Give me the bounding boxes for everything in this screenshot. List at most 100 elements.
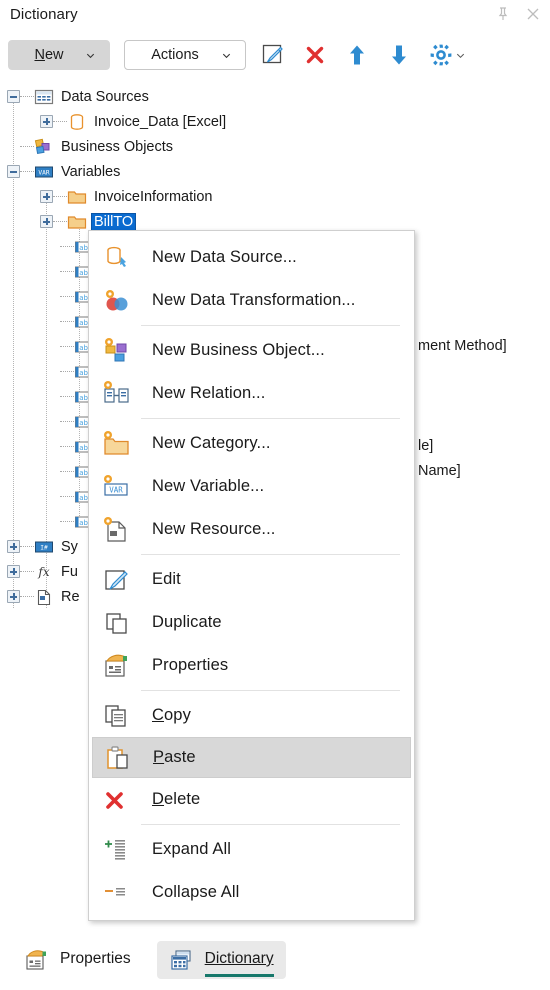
tree-connector: [53, 121, 67, 122]
menu-item-properties[interactable]: Properties: [92, 644, 411, 687]
menu-item-label: New Relation...: [152, 384, 266, 402]
menu-item-delete[interactable]: Delete: [92, 778, 411, 821]
occluded-text-fragment: le]: [418, 438, 434, 454]
pin-icon[interactable]: [494, 5, 512, 23]
menu-item-collapse-all[interactable]: Collapse All: [92, 871, 411, 914]
tab-properties[interactable]: Properties: [12, 941, 143, 979]
tree-node-business-objects[interactable]: Business Objects: [0, 134, 550, 159]
chevron-down-icon: [222, 53, 231, 58]
tree-connector: [60, 346, 74, 347]
new-button-label: New: [13, 47, 85, 63]
menu-accel: P: [153, 748, 165, 766]
svg-text:fx: fx: [37, 565, 49, 579]
menu-accel: C: [152, 706, 165, 724]
context-menu[interactable]: New Data Source... New Data Transformati…: [88, 230, 415, 921]
tree-connector: [20, 596, 34, 597]
menu-item-new-relation[interactable]: New Relation...: [92, 372, 411, 415]
tree-connector: [60, 321, 74, 322]
dictionary-panel: Dictionary New Actions Data Sources Invo…: [0, 0, 550, 990]
tree-node-data-sources[interactable]: Data Sources: [0, 84, 550, 109]
data-sources-icon: [34, 88, 59, 106]
expander-toggle[interactable]: [40, 115, 53, 128]
menu-item-label: Delete: [152, 790, 200, 809]
menu-item-label: New Variable...: [152, 477, 265, 495]
tree-node-invoiceinformation[interactable]: InvoiceInformation: [0, 184, 550, 209]
menu-item-new-data-transformation[interactable]: New Data Transformation...: [92, 279, 411, 322]
duplicate-icon: [106, 612, 127, 634]
expander-toggle[interactable]: [7, 90, 20, 103]
properties-icon: [105, 654, 127, 677]
delete-icon: [106, 791, 123, 809]
menu-item-label: Copy: [152, 706, 191, 725]
menu-item-paste[interactable]: Paste: [92, 737, 411, 778]
menu-separator: [141, 325, 400, 326]
chevron-down-icon: [86, 53, 95, 58]
new-data-source-icon: [107, 246, 126, 267]
new-button[interactable]: New: [8, 40, 110, 70]
move-down-icon[interactable]: [386, 42, 412, 68]
new-label-rest: ew: [44, 47, 64, 63]
new-accel: N: [34, 47, 45, 63]
tree-node-label: Business Objects: [61, 138, 174, 155]
bottom-tab-bar: Properties Dictionary: [0, 938, 550, 982]
occluded-text-fragment: Name]: [418, 463, 461, 479]
tree-connector: [53, 196, 67, 197]
occluded-text-fragment: ment Method]: [418, 338, 507, 354]
dictionary-icon: [171, 950, 191, 970]
menu-item-duplicate[interactable]: Duplicate: [92, 601, 411, 644]
menu-item-label: New Category...: [152, 434, 271, 452]
menu-item-copy[interactable]: Copy: [92, 694, 411, 737]
resources-icon: [34, 588, 59, 606]
tree-connector: [53, 221, 67, 222]
edit-icon[interactable]: [260, 42, 286, 68]
menu-item-label: Collapse All: [152, 883, 240, 901]
close-icon[interactable]: [524, 5, 542, 23]
tree-node-label: Variables: [61, 163, 121, 180]
delete-icon[interactable]: [302, 42, 328, 68]
functions-icon: fx: [34, 563, 59, 581]
svg-text:VAR: VAR: [109, 485, 123, 494]
menu-item-new-variable[interactable]: VAR New Variable...: [92, 465, 411, 508]
menu-item-edit[interactable]: Edit: [92, 558, 411, 601]
menu-separator: [141, 418, 400, 419]
expander-toggle[interactable]: [40, 215, 53, 228]
edit-icon: [105, 569, 128, 590]
menu-separator: [141, 554, 400, 555]
settings-button[interactable]: [428, 42, 466, 68]
expander-toggle[interactable]: [7, 540, 20, 553]
expander-toggle[interactable]: [40, 190, 53, 203]
expand-all-icon: [105, 839, 125, 860]
toolbar-icon-group: [260, 42, 466, 68]
page-title: Dictionary: [10, 6, 78, 23]
tree-node-variables[interactable]: VAR Variables: [0, 159, 550, 184]
tab-label: Dictionary: [204, 950, 274, 977]
actions-button[interactable]: Actions: [124, 40, 246, 70]
tree-node-label: BillTO: [90, 212, 137, 231]
tree-connector: [20, 146, 34, 147]
tree-connector: [20, 571, 34, 572]
tree-connector: [20, 171, 34, 172]
menu-item-new-resource[interactable]: New Resource...: [92, 508, 411, 551]
menu-item-label: Expand All: [152, 840, 231, 858]
expander-toggle[interactable]: [7, 590, 20, 603]
titlebar-buttons: [494, 5, 542, 23]
menu-item-label: Properties: [152, 656, 229, 674]
menu-item-new-category[interactable]: New Category...: [92, 422, 411, 465]
new-data-transformation-icon: [106, 289, 128, 310]
tree-connector: [60, 396, 74, 397]
tree-node-label: Data Sources: [61, 88, 149, 105]
move-up-icon[interactable]: [344, 42, 370, 68]
menu-item-label: New Data Source...: [152, 248, 297, 266]
menu-item-new-business-object[interactable]: New Business Object...: [92, 329, 411, 372]
tree-node-label: Re: [61, 588, 80, 605]
menu-item-expand-all[interactable]: Expand All: [92, 828, 411, 871]
menu-item-label: New Data Transformation...: [152, 291, 356, 309]
menu-item-label: Paste: [153, 748, 196, 767]
folder-icon: [67, 213, 92, 231]
expander-toggle[interactable]: [7, 565, 20, 578]
tab-dictionary[interactable]: Dictionary: [156, 941, 286, 979]
menu-accel: D: [152, 790, 165, 808]
tree-node-invoice-data[interactable]: Invoice_Data [Excel]: [0, 109, 550, 134]
expander-toggle[interactable]: [7, 165, 20, 178]
menu-item-new-data-source[interactable]: New Data Source...: [92, 236, 411, 279]
